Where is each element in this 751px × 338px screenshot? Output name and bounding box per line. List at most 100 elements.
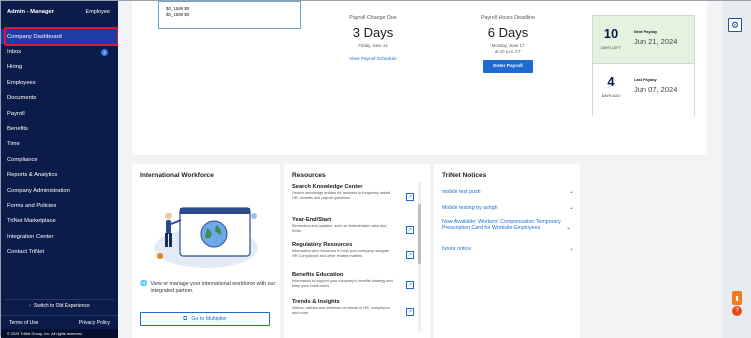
sidebar-item-label: Benefits xyxy=(7,126,28,133)
resource-title: Year-End/Start xyxy=(292,217,332,223)
scrollbar-thumb[interactable] xyxy=(418,204,421,264)
sidebar-item-company-administration[interactable]: Company Administration xyxy=(1,183,118,198)
selection-highlight xyxy=(4,27,119,46)
resource-title: Regulatory Resources xyxy=(292,242,353,248)
notice-item[interactable]: mobile test push ⌄ xyxy=(442,189,574,195)
workforce-illustration xyxy=(154,207,258,268)
last-payday-days: 4 xyxy=(607,74,615,89)
sidebar-item-documents[interactable]: Documents xyxy=(1,91,118,106)
external-link-icon: ⧉ xyxy=(183,315,188,322)
payday-box: 10 DAYS LEFT Next Payday Jun 21, 2024 4 … xyxy=(592,15,695,117)
resource-description: Information to support your company's be… xyxy=(292,279,393,288)
sidebar-item-contact[interactable]: Contact TriNet xyxy=(1,244,118,259)
chevron-down-icon[interactable]: ⌄ xyxy=(569,246,574,252)
sidebar-item-label: Hiring xyxy=(7,64,23,71)
privacy-link[interactable]: Privacy Policy xyxy=(79,320,110,326)
sidebar-item-inbox[interactable]: Inbox 2 xyxy=(1,44,118,59)
app-frame: Admin - Manager Employee Company Dashboa… xyxy=(0,0,751,338)
card-title: International Workforce xyxy=(140,172,214,179)
terms-link[interactable]: Terms of Use xyxy=(9,320,38,326)
sidebar-item-label: Reports & Analytics xyxy=(7,172,58,179)
sidebar-item-label: Company Administration xyxy=(7,187,70,194)
payroll-change-section: Payroll Change Due 3 Days Friday, June 1… xyxy=(313,15,433,62)
enter-payroll-button[interactable]: Enter Payroll xyxy=(483,60,533,73)
main-content: $0_1589 $0 $0_1589 $0 Payroll Change Due… xyxy=(118,1,723,338)
sidebar-footer: ‹ Switch to Old Experience Terms of Use P… xyxy=(1,299,118,338)
switch-experience-button[interactable]: ‹ Switch to Old Experience xyxy=(5,299,114,311)
sidebar-item-time[interactable]: Time xyxy=(1,137,118,152)
external-link-icon[interactable]: ↗ xyxy=(406,281,414,289)
notice-text: Mobile testing by ashgh xyxy=(442,205,498,211)
resource-description: Videos, articles and webinars on trends … xyxy=(292,306,391,315)
payroll-change-date: Friday, June 14 xyxy=(358,43,388,48)
resources-scrollbar[interactable] xyxy=(418,182,421,332)
role-label: Admin - Manager xyxy=(7,9,55,15)
summary-line: $0_1589 $0 xyxy=(166,12,190,17)
last-payday-date: Jun 07, 2024 xyxy=(634,85,678,94)
sidebar-item-label: Employees xyxy=(7,79,36,86)
sidebar-item-compliance[interactable]: Compliance xyxy=(1,152,118,167)
notice-text: mobile test push xyxy=(442,189,481,195)
sidebar: Admin - Manager Employee Company Dashboa… xyxy=(1,1,119,338)
sidebar-item-hiring[interactable]: Hiring xyxy=(1,60,118,75)
payroll-change-label: Payroll Change Due xyxy=(349,15,397,21)
right-strip xyxy=(723,1,751,338)
footer-links: Terms of Use Privacy Policy xyxy=(1,315,118,329)
sidebar-item-integration-center[interactable]: Integration Center xyxy=(1,229,118,244)
view-payroll-schedule-link[interactable]: View Payroll Schedule xyxy=(313,57,433,62)
notice-item[interactable]: Mobile testing by ashgh ⌄ xyxy=(442,205,574,211)
gear-icon[interactable]: ⚙ xyxy=(728,18,742,32)
resource-item[interactable]: Benefits Education Information to suppor… xyxy=(292,272,414,289)
external-link-icon[interactable]: ↗ xyxy=(406,193,414,201)
external-link-icon[interactable]: ↗ xyxy=(406,251,414,259)
resource-title: Search Knowledge Center xyxy=(292,184,363,190)
sidebar-item-label: Forms and Policies xyxy=(7,202,57,209)
notice-item[interactable]: Now Available: Workers' Compensation Tem… xyxy=(442,219,562,232)
chevron-down-icon[interactable]: ⌄ xyxy=(566,224,580,231)
resource-item[interactable]: Regulatory Resources Information and res… xyxy=(292,242,414,259)
sidebar-item-reports[interactable]: Reports & Analytics xyxy=(1,168,118,183)
last-payday-card: 4 DAYS AGO Last Payday Jun 07, 2024 xyxy=(593,63,694,117)
sidebar-item-label: Contact TriNet xyxy=(7,249,45,256)
sidebar-item-payroll[interactable]: Payroll xyxy=(1,106,118,121)
next-payday-title: Next Payday xyxy=(634,29,658,34)
external-link-icon[interactable]: ↗ xyxy=(406,226,414,234)
sidebar-item-forms-policies[interactable]: Forms and Policies xyxy=(1,198,118,213)
notices-card: TriNet Notices mobile test push ⌄ Mobile… xyxy=(434,164,580,338)
international-workforce-card: International Workforce 🌐 View or manage… xyxy=(132,164,280,338)
feedback-tab-icon[interactable]: ▮ xyxy=(732,291,742,305)
chevron-down-icon[interactable]: ⌄ xyxy=(569,189,574,195)
payroll-hours-time: at 10 a.m. CT xyxy=(494,48,522,54)
next-payday-caption: DAYS LEFT xyxy=(601,46,621,50)
sidebar-item-benefits[interactable]: Benefits xyxy=(1,121,118,136)
resource-item[interactable]: Trends & Insights Videos, articles and w… xyxy=(292,299,414,316)
sidebar-item-label: Time xyxy=(7,141,20,148)
inbox-count-badge: 2 xyxy=(101,48,108,56)
resource-description: Search knowledge articles for answers to… xyxy=(292,191,391,200)
chevron-down-icon[interactable]: ⌄ xyxy=(569,205,574,211)
next-payday-date: Jun 21, 2024 xyxy=(634,37,678,46)
notice-text: Now Available: Workers' Compensation Tem… xyxy=(442,219,561,232)
card-title: TriNet Notices xyxy=(442,172,487,179)
sidebar-item-employees[interactable]: Employees xyxy=(1,75,118,90)
sidebar-item-marketplace[interactable]: TriNet Marketplace xyxy=(1,214,118,229)
notice-item[interactable]: future notice ⌄ xyxy=(442,246,574,252)
resource-item[interactable]: Search Knowledge Center Search knowledge… xyxy=(292,184,414,201)
sidebar-item-label: Integration Center xyxy=(7,233,54,240)
summary-card[interactable]: $0_1589 $0 $0_1589 $0 xyxy=(158,1,301,29)
resources-card: Resources Search Knowledge Center Search… xyxy=(284,164,430,338)
sidebar-header: Admin - Manager Employee xyxy=(1,1,118,23)
resource-item[interactable]: Year-End/Start Reminders and updates, su… xyxy=(292,217,414,234)
next-payday-days: 10 xyxy=(603,26,619,41)
go-to-multiplier-button[interactable]: ⧉ Go to Multiplier xyxy=(140,312,270,326)
payroll-hours-label: Payroll Hours Deadline xyxy=(480,15,536,21)
go-to-multiplier-label: Go to Multiplier xyxy=(191,316,227,322)
notice-text: future notice xyxy=(442,246,472,252)
next-payday-card: 10 DAYS LEFT Next Payday Jun 21, 2024 xyxy=(593,16,694,63)
help-icon[interactable]: ? xyxy=(732,306,742,316)
external-link-icon[interactable]: ↗ xyxy=(406,308,414,316)
employee-view-link[interactable]: Employee xyxy=(86,9,110,15)
payroll-panel: $0_1589 $0 $0_1589 $0 Payroll Change Due… xyxy=(132,1,707,155)
payroll-hours-section: Payroll Hours Deadline 6 Days Monday, Ju… xyxy=(448,15,568,73)
sidebar-item-label: TriNet Marketplace xyxy=(7,218,56,225)
